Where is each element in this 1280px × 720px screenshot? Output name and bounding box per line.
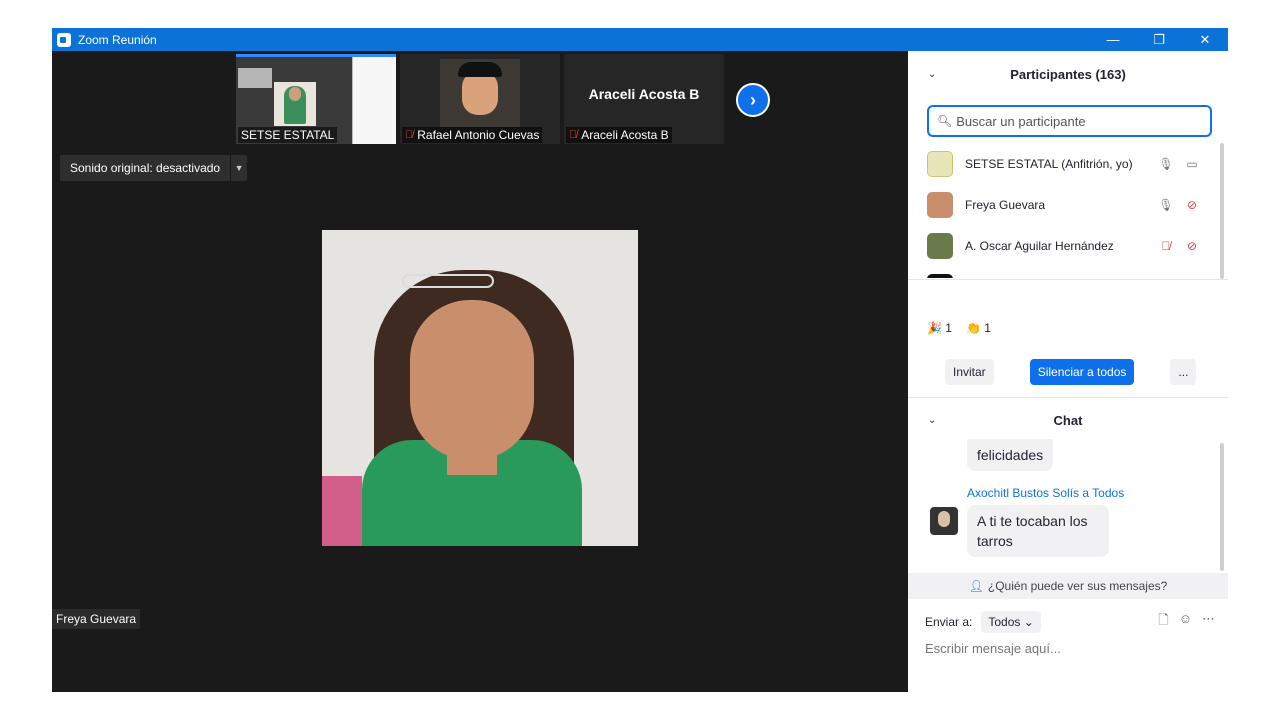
video-stage: SETSE ESTATAL 🎙̸ Rafael Antonio Cuevas A… (52, 51, 908, 692)
titlebar: Zoom Reunión — ❐ ✕ (52, 28, 1228, 51)
thumbnail-araceli[interactable]: Araceli Acosta B 🎙̸ Araceli Acosta B (564, 54, 724, 144)
search-input[interactable] (956, 113, 1207, 129)
active-speaker-name: Freya Guevara (52, 609, 141, 629)
collapse-participants-icon[interactable]: ⌄ (928, 69, 936, 80)
active-speaker-video (322, 230, 638, 546)
participant-row[interactable]: SETSE ESTATAL (Anfitrión, yo) 🎙︎ ▭ (908, 143, 1220, 184)
participant-row[interactable] (908, 266, 1220, 278)
invite-button[interactable]: Invitar (945, 359, 994, 385)
participant-name-tile: Araceli Acosta B (588, 86, 700, 102)
clap-icon: 👏 (965, 321, 981, 335)
divider (908, 397, 1228, 398)
thumbnail-name: 🎙̸ Araceli Acosta B (566, 127, 672, 143)
divider (908, 279, 1228, 280)
participant-list: SETSE ESTATAL (Anfitrión, yo) 🎙︎ ▭ Freya… (908, 143, 1220, 278)
original-sound-label[interactable]: Sonido original: desactivado (60, 155, 231, 181)
chat-message: A ti te tocaban los tarros (967, 505, 1109, 557)
mic-icon[interactable]: 🎙︎ (1158, 157, 1174, 171)
video-off-icon[interactable]: ⊘ (1184, 198, 1200, 212)
tada-icon: 🎉 (927, 321, 942, 335)
thumbnail-rafael[interactable]: 🎙̸ Rafael Antonio Cuevas (400, 54, 560, 144)
chat-sender[interactable]: Axochitl Bustos Solís a Todos (967, 486, 1124, 500)
participant-name: Freya Guevara (965, 197, 1046, 212)
chat-message-input[interactable]: Escribir mensaje aquí... (925, 641, 1215, 656)
avatar (927, 150, 953, 177)
avatar (927, 191, 953, 218)
avatar (930, 507, 958, 535)
participant-row[interactable]: A. Oscar Aguilar Hernández 🎙̸ ⊘ (908, 225, 1220, 266)
thumbnail-setse[interactable]: SETSE ESTATAL (236, 54, 396, 144)
window-title: Zoom Reunión (78, 32, 157, 47)
more-button[interactable]: ... (1170, 359, 1197, 385)
send-to-label: Enviar a: (925, 615, 973, 629)
chat-message: felicidades (967, 439, 1054, 471)
mic-muted-icon: 🎙̸ (569, 129, 578, 141)
minimize-button[interactable]: — (1090, 28, 1136, 51)
who-can-see-bar[interactable]: 👤︎ ¿Quién puede ver sus mensajes? (908, 573, 1228, 599)
mic-icon[interactable]: 🎙︎ (1158, 198, 1174, 212)
video-off-icon[interactable]: ⊘ (1184, 239, 1200, 253)
participant-photo (440, 59, 520, 127)
participant-name: SETSE ESTATAL (Anfitrión, yo) (965, 156, 1133, 171)
send-to-row: Enviar a: Todos ⌄ 🗋 ☺ ⋯ (925, 611, 1215, 633)
file-icon[interactable]: 🗋 (1158, 611, 1168, 633)
next-page-button[interactable]: › (736, 83, 770, 117)
video-camera-icon[interactable]: ▭ (1184, 157, 1200, 171)
thumbnail-name: SETSE ESTATAL (238, 127, 338, 143)
chevron-down-icon[interactable]: ▼ (231, 155, 248, 181)
collapse-chat-icon[interactable]: ⌄ (928, 415, 936, 426)
reaction-clap: 👏 1 (965, 321, 991, 335)
restore-button[interactable]: ❐ (1136, 28, 1182, 51)
participant-name: A. Oscar Aguilar Hernández (965, 238, 1114, 253)
zoom-logo-icon (57, 32, 71, 47)
thumbnail-name: 🎙̸ Rafael Antonio Cuevas (402, 127, 543, 143)
participant-actions: Invitar Silenciar a todos ... (945, 359, 1197, 385)
participants-header: ⌄ Participantes (163) (928, 66, 1126, 82)
person-icon: 👤︎ (968, 579, 984, 593)
more-icon[interactable]: ⋯ (1202, 611, 1215, 633)
close-button[interactable]: ✕ (1182, 28, 1228, 51)
emoji-icon[interactable]: ☺ (1179, 611, 1192, 633)
original-sound-toggle[interactable]: Sonido original: desactivado ▼ (60, 155, 248, 181)
zoom-window: Zoom Reunión — ❐ ✕ SETSE ESTATAL 🎙̸ Rafa… (52, 28, 1228, 692)
participant-search[interactable]: 🔍︎ (927, 105, 1212, 137)
participants-scrollbar[interactable] (1220, 143, 1224, 279)
search-icon: 🔍︎ (937, 114, 953, 128)
side-panel: ⌄ Participantes (163) 🔍︎ SETSE ESTATAL (… (908, 51, 1228, 692)
send-to-select[interactable]: Todos ⌄ (981, 611, 1041, 633)
reaction-summary: 🎉 1 👏 1 (927, 321, 991, 335)
chat-header: ⌄ Chat (928, 412, 1083, 428)
thumbnail-strip: SETSE ESTATAL 🎙̸ Rafael Antonio Cuevas A… (236, 54, 724, 144)
mute-all-button[interactable]: Silenciar a todos (1029, 359, 1135, 385)
avatar (927, 232, 953, 259)
reaction-tada: 🎉 1 (927, 321, 952, 335)
avatar (927, 273, 953, 278)
chat-scrollbar[interactable] (1220, 443, 1224, 571)
participant-row[interactable]: Freya Guevara 🎙︎ ⊘ (908, 184, 1220, 225)
mic-muted-icon: 🎙̸ (405, 129, 414, 141)
mic-muted-icon[interactable]: 🎙̸ (1158, 239, 1174, 253)
